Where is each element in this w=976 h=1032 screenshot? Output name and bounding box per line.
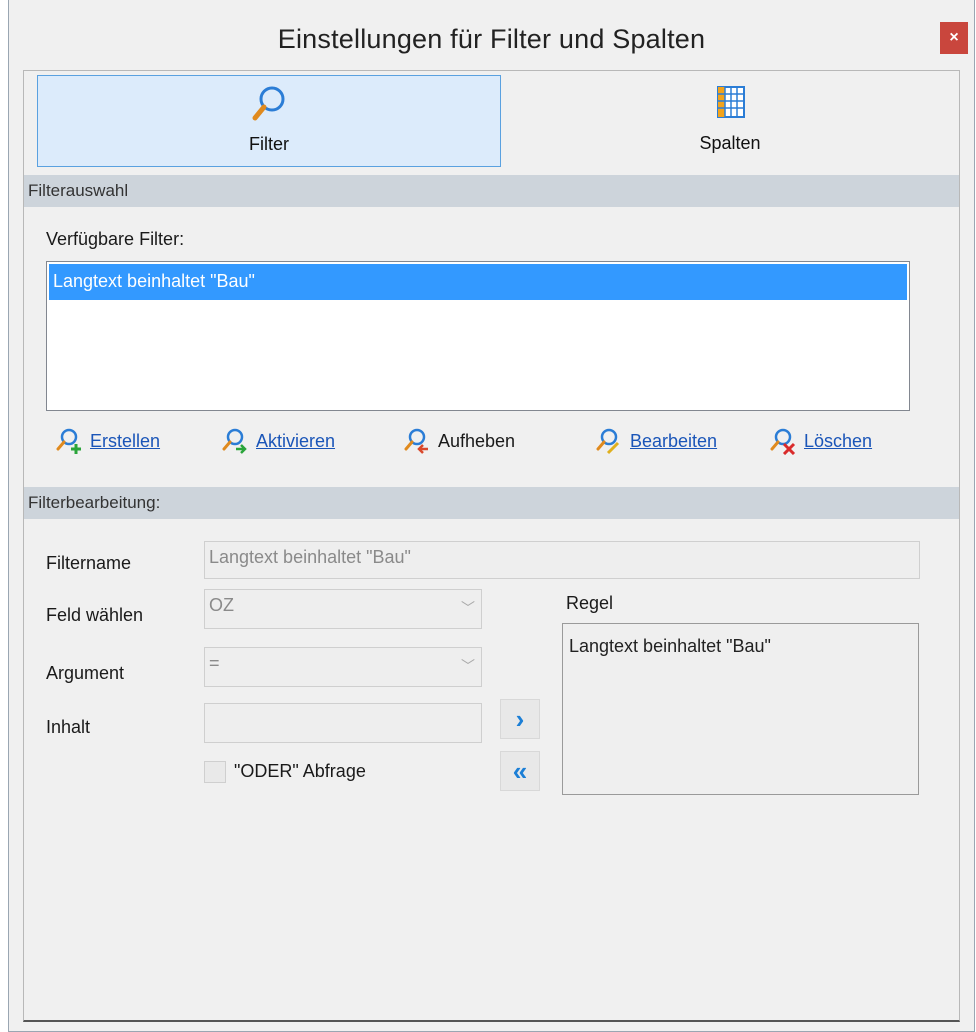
title-bar: Einstellungen für Filter und Spalten ×: [9, 0, 974, 80]
oder-checkbox[interactable]: [204, 761, 226, 783]
inhalt-label: Inhalt: [46, 717, 91, 737]
argument-value: =: [209, 653, 220, 673]
aktivieren-label: Aktivieren: [256, 430, 336, 451]
filtername-label: Filtername: [46, 553, 132, 573]
erstellen-label: Erstellen: [90, 430, 161, 451]
double-chevron-left-icon: «: [512, 755, 528, 786]
clear-rules-button[interactable]: «: [500, 751, 540, 791]
available-filters-list[interactable]: Langtext beinhaltet "Bau": [46, 261, 910, 411]
tab-filter-label: Filter: [249, 134, 289, 154]
feld-value: OZ: [209, 595, 234, 615]
tab-spalten-label: Spalten: [699, 133, 761, 153]
regel-value: Langtext beinhaltet "Bau": [569, 636, 771, 656]
chevron-down-icon: ﹀: [461, 600, 475, 616]
mode-toolbar: Filter Spalten: [24, 71, 959, 171]
add-rule-button[interactable]: ›: [500, 699, 540, 739]
aufheben-button[interactable]: Aufheben: [402, 427, 515, 455]
oder-label: "ODER" Abfrage: [234, 761, 366, 781]
feld-label: Feld wählen: [46, 605, 144, 625]
tab-spalten[interactable]: Spalten: [502, 75, 958, 167]
loeschen-button[interactable]: Löschen: [768, 427, 872, 455]
list-item[interactable]: Langtext beinhaltet "Bau": [49, 264, 907, 300]
tab-filter[interactable]: Filter: [37, 75, 501, 167]
aktivieren-button[interactable]: Aktivieren: [220, 427, 335, 455]
chevron-down-icon: ﹀: [461, 658, 475, 674]
dialog-content: Filter Spalten Filterauswahl Verfügbare …: [23, 70, 960, 1022]
dialog-window: Einstellungen für Filter und Spalten × F…: [8, 0, 975, 1032]
chevron-right-icon: ›: [515, 703, 525, 734]
close-icon: ×: [949, 29, 959, 46]
add-filter-icon: [56, 428, 81, 454]
delete-filter-icon: [770, 428, 796, 455]
bearbeiten-button[interactable]: Bearbeiten: [594, 427, 717, 455]
argument-select[interactable]: = ﹀: [204, 647, 482, 687]
loeschen-label: Löschen: [804, 430, 873, 451]
regel-label: Regel: [566, 593, 614, 613]
aufheben-label: Aufheben: [438, 430, 516, 451]
argument-label: Argument: [46, 663, 125, 683]
filter-actions: Erstellen Aktivieren Aufheben Bearbeiten…: [54, 427, 924, 461]
filterauswahl-header: Filterauswahl: [24, 175, 959, 207]
filterbearbeitung-header: Filterbearbeitung:: [24, 487, 959, 519]
close-button[interactable]: ×: [940, 22, 968, 54]
remove-filter-icon: [404, 428, 428, 454]
edit-filter-icon: [596, 428, 620, 455]
available-filters-label: Verfügbare Filter:: [46, 229, 185, 249]
inhalt-field[interactable]: [204, 703, 482, 743]
erstellen-button[interactable]: Erstellen: [54, 427, 160, 455]
activate-filter-icon: [222, 428, 247, 454]
magnifier-icon: [252, 86, 285, 121]
filtername-field[interactable]: Langtext beinhaltet "Bau": [204, 541, 920, 579]
regel-box[interactable]: Langtext beinhaltet "Bau": [562, 623, 919, 795]
feld-select[interactable]: OZ ﹀: [204, 589, 482, 629]
window-title: Einstellungen für Filter und Spalten: [277, 24, 706, 54]
bearbeiten-label: Bearbeiten: [630, 430, 718, 451]
columns-grid-icon: [717, 86, 745, 118]
